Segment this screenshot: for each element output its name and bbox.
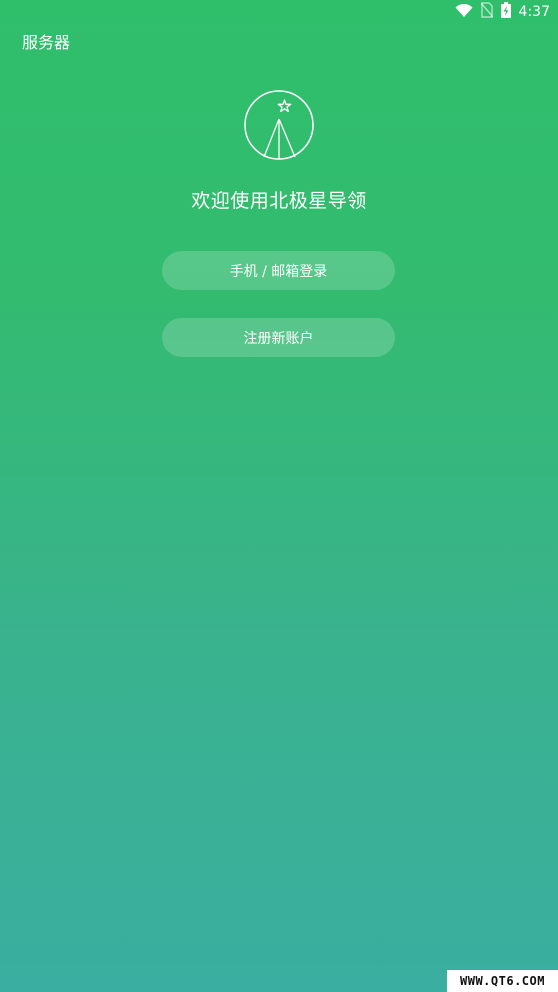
register-account-button[interactable]: 注册新账户 [162, 318, 395, 357]
register-button-label: 注册新账户 [243, 330, 314, 347]
battery-charging-icon [500, 2, 511, 22]
no-sim-icon [480, 2, 494, 22]
login-button-label: 手机 / 邮箱登录 [229, 263, 328, 280]
welcome-title: 欢迎使用北极星导领 [191, 190, 367, 212]
phone-email-login-button[interactable]: 手机 / 邮箱登录 [162, 251, 395, 290]
polaris-logo-icon [243, 89, 315, 161]
watermark: WWW.QT6.COM [447, 970, 558, 992]
wifi-icon [455, 3, 473, 22]
server-button[interactable]: 服务器 [22, 33, 70, 53]
watermark-text: WWW.QT6.COM [460, 974, 545, 988]
status-icons: 4:37 [455, 2, 550, 22]
status-time: 4:37 [518, 4, 550, 20]
status-bar: 4:37 [0, 0, 558, 24]
